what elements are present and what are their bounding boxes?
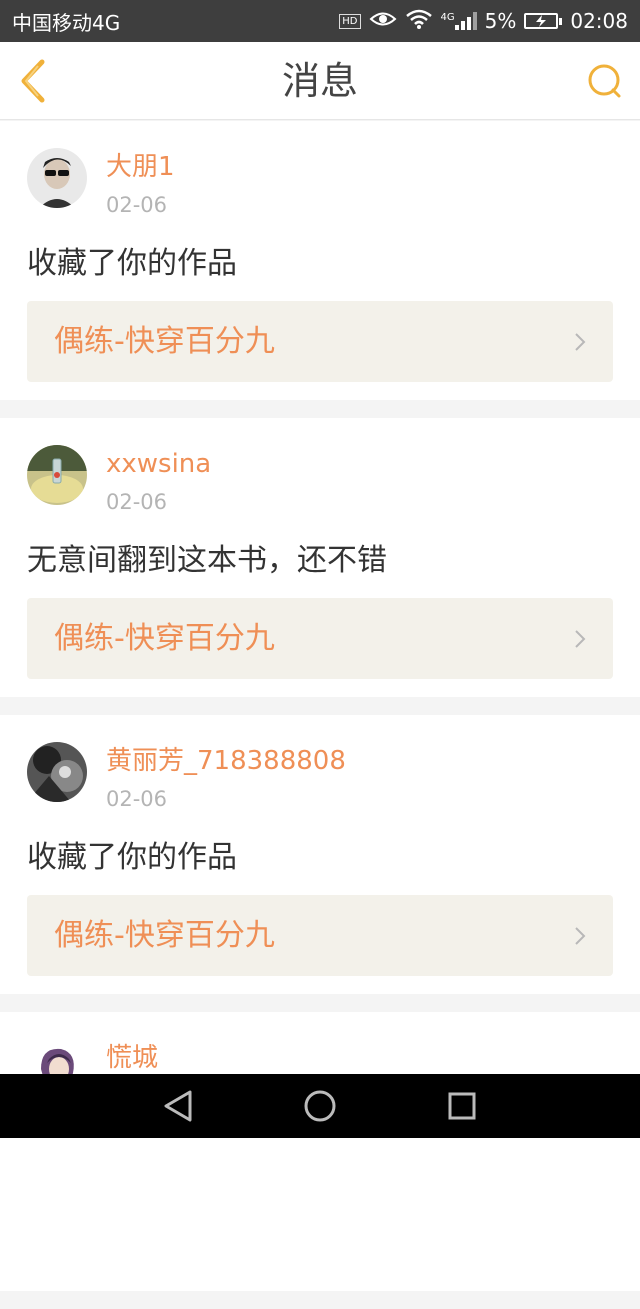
wifi-icon bbox=[405, 8, 433, 35]
username[interactable]: xxwsina bbox=[106, 448, 211, 480]
message-date: 02-06 bbox=[106, 193, 168, 217]
chevron-right-icon bbox=[575, 927, 586, 945]
network-type-label: 4G bbox=[440, 12, 455, 23]
back-triangle-icon bbox=[164, 1090, 192, 1122]
message-date: 02-06 bbox=[106, 490, 168, 514]
message-card: 大朋1 02-06 收藏了你的作品 偶练-快穿百分九 bbox=[0, 121, 640, 400]
recents-square-icon bbox=[448, 1092, 476, 1120]
username[interactable]: 慌城 bbox=[106, 1042, 158, 1074]
avatar[interactable] bbox=[27, 445, 87, 505]
message-text: 无意间翻到这本书，还不错 bbox=[27, 543, 387, 578]
home-circle-icon bbox=[304, 1090, 336, 1122]
app-header: 消息 bbox=[0, 42, 640, 120]
avatar[interactable] bbox=[27, 742, 87, 802]
username[interactable]: 大朋1 bbox=[106, 151, 175, 183]
system-nav-bar bbox=[0, 1074, 640, 1138]
battery-charging-icon bbox=[524, 13, 563, 29]
message-card: 黄丽芳_718388808 02-06 收藏了你的作品 偶练-快穿百分九 bbox=[0, 715, 640, 994]
nav-recents-button[interactable] bbox=[442, 1086, 482, 1126]
battery-percent: 5% bbox=[484, 9, 517, 33]
nav-home-button[interactable] bbox=[300, 1086, 340, 1126]
message-text: 收藏了你的作品 bbox=[27, 246, 237, 281]
book-link[interactable]: 偶练-快穿百分九 bbox=[27, 598, 613, 679]
username[interactable]: 黄丽芳_718388808 bbox=[106, 745, 346, 777]
clock: 02:08 bbox=[570, 9, 628, 33]
signal-icon bbox=[454, 12, 477, 30]
hd-badge: HD bbox=[339, 13, 361, 29]
message-text: 收藏了你的作品 bbox=[27, 840, 237, 875]
message-date: 02-06 bbox=[106, 787, 168, 811]
book-title: 偶练-快穿百分九 bbox=[54, 918, 275, 953]
chevron-right-icon bbox=[575, 333, 586, 351]
book-link[interactable]: 偶练-快穿百分九 bbox=[27, 301, 613, 382]
status-bar: 中国移动4G HD 4G 5% 02:08 bbox=[0, 0, 640, 42]
eye-icon bbox=[369, 9, 397, 33]
book-link[interactable]: 偶练-快穿百分九 bbox=[27, 895, 613, 976]
message-card: xxwsina 02-06 无意间翻到这本书，还不错 偶练-快穿百分九 bbox=[0, 418, 640, 697]
carrier-label: 中国移动4G bbox=[12, 10, 121, 35]
avatar[interactable] bbox=[27, 148, 87, 208]
search-button[interactable] bbox=[586, 62, 624, 100]
chevron-right-icon bbox=[575, 630, 586, 648]
book-title: 偶练-快穿百分九 bbox=[54, 621, 275, 656]
book-title: 偶练-快穿百分九 bbox=[54, 324, 275, 359]
search-icon bbox=[588, 64, 621, 98]
page-title: 消息 bbox=[281, 59, 358, 103]
message-card: 慌城 bbox=[0, 1012, 640, 1291]
nav-back-button[interactable] bbox=[158, 1086, 198, 1126]
